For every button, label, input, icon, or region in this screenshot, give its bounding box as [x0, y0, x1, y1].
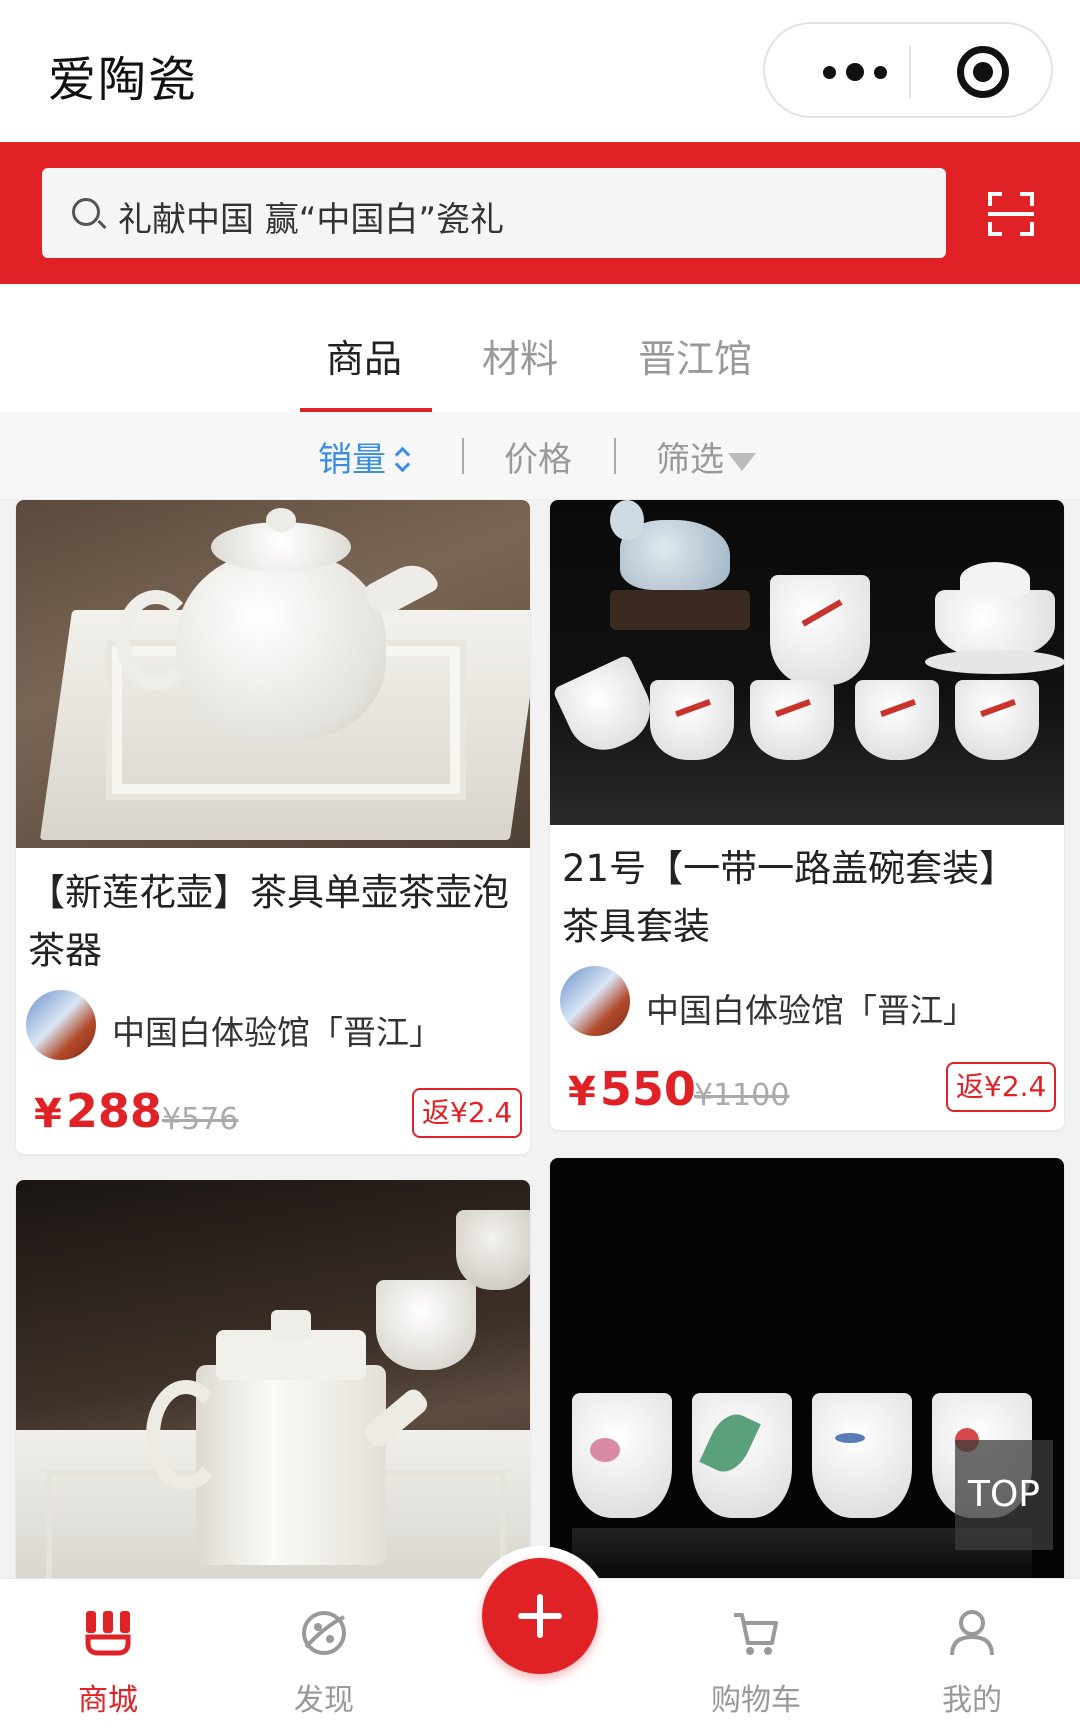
sort-arrows-icon	[394, 443, 410, 473]
discover-icon	[302, 1611, 346, 1655]
product-card[interactable]: 21号【一带一路盖碗套装】茶具套装 中国白体验馆「晋江」 ¥550 ¥1100 …	[550, 500, 1064, 1130]
close-target-icon[interactable]	[957, 46, 1009, 98]
more-icon[interactable]	[805, 50, 905, 94]
back-to-top-button[interactable]: TOP	[955, 1440, 1053, 1550]
shop-avatar	[26, 990, 96, 1060]
nav-label: 我的	[942, 1683, 1002, 1718]
currency-symbol: ¥	[568, 1069, 596, 1115]
product-image	[16, 500, 530, 848]
sort-divider	[462, 438, 464, 474]
product-price: ¥288	[34, 1084, 162, 1138]
product-card[interactable]: 【新莲花壶】茶具单壶茶壶泡茶器 中国白体验馆「晋江」 ¥288 ¥576 返¥2…	[16, 500, 530, 1154]
shop-avatar	[560, 966, 630, 1036]
filter-icon	[728, 453, 756, 471]
sort-by-price[interactable]: 价格	[504, 432, 572, 481]
scan-icon[interactable]	[988, 192, 1034, 236]
tab-materials[interactable]: 材料	[482, 328, 558, 383]
product-price: ¥550	[568, 1062, 696, 1116]
cart-icon	[734, 1613, 778, 1655]
nav-discover[interactable]: 发现	[254, 1579, 394, 1732]
price-value: 288	[65, 1084, 162, 1138]
app-title: 爱陶瓷	[48, 52, 199, 108]
nav-profile[interactable]: 我的	[902, 1579, 1042, 1732]
sort-by-sales[interactable]: 销量	[318, 432, 410, 481]
product-name[interactable]: 【新莲花壶】茶具单壶茶壶泡茶器	[28, 864, 510, 980]
shop-name[interactable]: 中国白体验馆「晋江」	[112, 1006, 442, 1054]
search-icon	[72, 198, 100, 226]
product-image	[550, 500, 1064, 825]
filter-label: 筛选	[656, 440, 724, 480]
nav-label: 发现	[294, 1683, 354, 1718]
search-placeholder: 礼献中国 赢“中国白”瓷礼	[118, 200, 505, 240]
price-value: 550	[599, 1062, 696, 1116]
tab-jinjiang-pavilion[interactable]: 晋江馆	[638, 328, 752, 383]
tab-products[interactable]: 商品	[326, 328, 402, 383]
product-name[interactable]: 21号【一带一路盖碗套装】茶具套装	[562, 840, 1044, 956]
category-tabs: 商品 材料 晋江馆	[0, 284, 1080, 412]
sort-sales-label: 销量	[318, 440, 386, 480]
nav-cart[interactable]: 购物车	[686, 1579, 826, 1732]
title-bar: 爱陶瓷	[0, 0, 1080, 142]
sort-filter[interactable]: 筛选	[656, 432, 756, 481]
store-icon	[85, 1611, 131, 1656]
search-band: 礼献中国 赢“中国白”瓷礼	[0, 142, 1080, 284]
capsule-divider	[909, 46, 911, 98]
original-price: ¥576	[162, 1102, 239, 1137]
sort-bar: 销量 价格 筛选	[0, 412, 1080, 500]
shop-name[interactable]: 中国白体验馆「晋江」	[646, 984, 976, 1032]
add-button[interactable]	[482, 1558, 598, 1674]
sort-divider	[614, 438, 616, 474]
nav-store[interactable]: 商城	[38, 1579, 178, 1732]
app-page: 爱陶瓷 礼献中国 赢“中国白”瓷礼 商品 材料 晋江馆 销量 价格 筛选 【新莲…	[0, 0, 1080, 1732]
product-card[interactable]	[16, 1180, 530, 1600]
product-image	[16, 1180, 530, 1600]
original-price: ¥1100	[694, 1078, 790, 1113]
user-icon	[950, 1610, 994, 1656]
search-input[interactable]: 礼献中国 赢“中国白”瓷礼	[42, 168, 946, 258]
nav-label: 商城	[78, 1683, 138, 1718]
nav-label: 购物车	[711, 1683, 801, 1718]
rebate-badge: 返¥2.4	[412, 1088, 523, 1138]
mini-program-capsule	[763, 22, 1053, 118]
currency-symbol: ¥	[34, 1091, 62, 1137]
add-button-wrap	[470, 1546, 610, 1686]
rebate-badge: 返¥2.4	[946, 1062, 1057, 1112]
